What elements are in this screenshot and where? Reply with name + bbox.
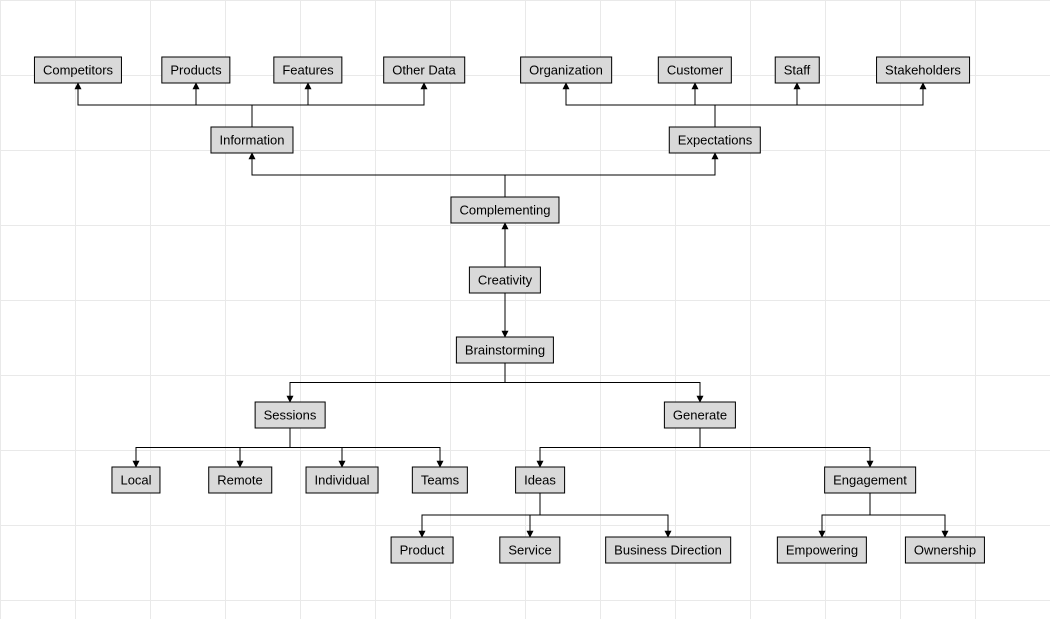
node-brainstorming[interactable]: Brainstorming	[456, 337, 554, 364]
edge-sessions-individual	[290, 428, 342, 467]
edge-sessions-remote	[240, 428, 290, 467]
node-features[interactable]: Features	[273, 57, 342, 84]
node-complementing[interactable]: Complementing	[450, 197, 559, 224]
edge-ideas-product	[422, 493, 540, 537]
node-business_dir[interactable]: Business Direction	[605, 537, 731, 564]
node-individual[interactable]: Individual	[306, 467, 379, 494]
node-sessions[interactable]: Sessions	[255, 402, 326, 429]
edge-information-other_data	[252, 83, 424, 127]
edge-expectations-customer	[695, 83, 715, 127]
node-organization[interactable]: Organization	[520, 57, 612, 84]
node-competitors[interactable]: Competitors	[34, 57, 122, 84]
edge-brainstorming-generate	[505, 363, 700, 402]
edge-expectations-organization	[566, 83, 715, 127]
edge-information-products	[196, 83, 252, 127]
node-expectations[interactable]: Expectations	[669, 127, 761, 154]
node-staff[interactable]: Staff	[775, 57, 820, 84]
edge-generate-engagement	[700, 428, 870, 467]
edge-generate-ideas	[540, 428, 700, 467]
edge-information-competitors	[78, 83, 252, 127]
edge-ideas-service	[530, 493, 540, 537]
node-ideas[interactable]: Ideas	[515, 467, 565, 494]
edge-expectations-stakeholders	[715, 83, 923, 127]
edge-information-features	[252, 83, 308, 127]
node-ownership[interactable]: Ownership	[905, 537, 985, 564]
node-local[interactable]: Local	[111, 467, 160, 494]
canvas-grid	[0, 0, 1050, 619]
node-products[interactable]: Products	[161, 57, 230, 84]
edge-brainstorming-sessions	[290, 363, 505, 402]
node-remote[interactable]: Remote	[208, 467, 272, 494]
node-engagement[interactable]: Engagement	[824, 467, 916, 494]
node-product[interactable]: Product	[391, 537, 454, 564]
node-creativity[interactable]: Creativity	[469, 267, 541, 294]
node-information[interactable]: Information	[210, 127, 293, 154]
node-teams[interactable]: Teams	[412, 467, 468, 494]
node-customer[interactable]: Customer	[658, 57, 732, 84]
edge-engagement-ownership	[870, 493, 945, 537]
edge-ideas-business_dir	[540, 493, 668, 537]
node-stakeholders[interactable]: Stakeholders	[876, 57, 970, 84]
node-other_data[interactable]: Other Data	[383, 57, 465, 84]
diagram-edges	[0, 0, 1050, 619]
node-service[interactable]: Service	[499, 537, 560, 564]
node-generate[interactable]: Generate	[664, 402, 736, 429]
edge-sessions-local	[136, 428, 290, 467]
edge-expectations-staff	[715, 83, 797, 127]
edge-complementing-information	[252, 153, 505, 197]
edge-complementing-expectations	[505, 153, 715, 197]
node-empowering[interactable]: Empowering	[777, 537, 867, 564]
edge-engagement-empowering	[822, 493, 870, 537]
edge-sessions-teams	[290, 428, 440, 467]
